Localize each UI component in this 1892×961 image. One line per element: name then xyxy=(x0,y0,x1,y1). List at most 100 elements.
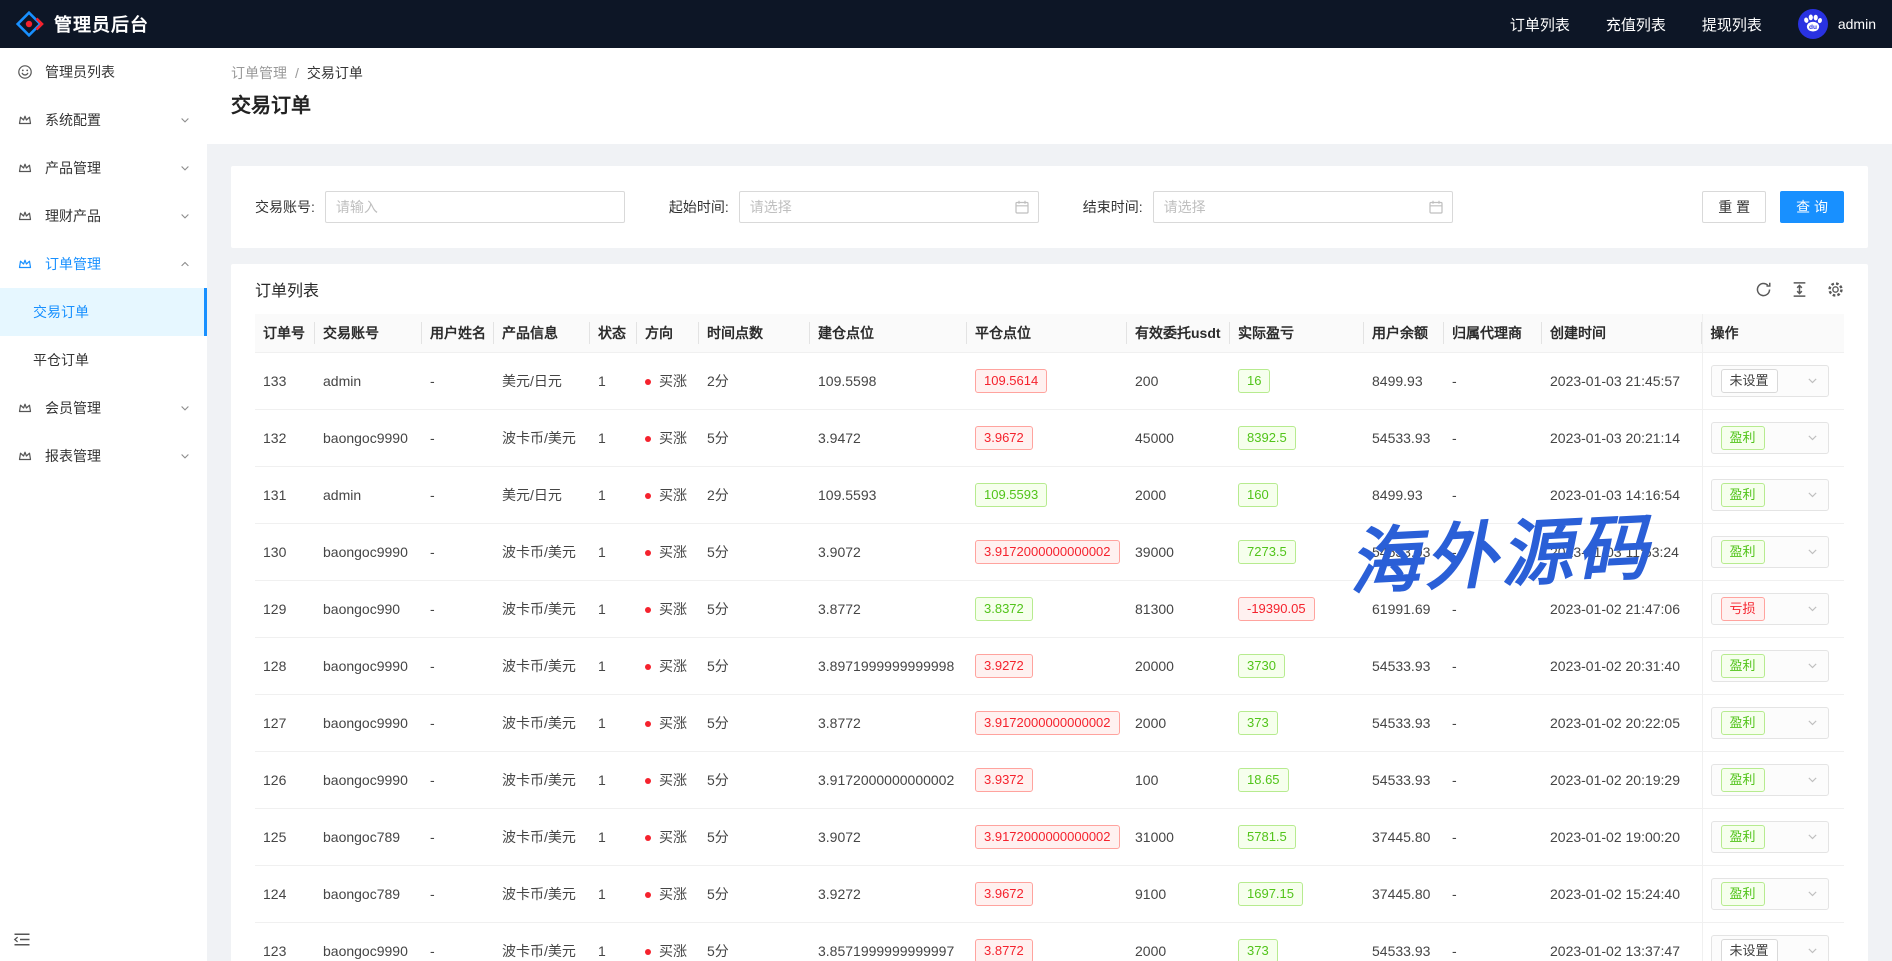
table-title: 订单列表 xyxy=(255,277,319,301)
sidebar-collapse-button[interactable] xyxy=(13,932,31,952)
cell-product: 波卡币/美元 xyxy=(494,808,590,865)
crown-icon xyxy=(17,208,33,224)
cell-created-time: 2023-01-02 20:19:29 xyxy=(1542,751,1702,808)
cell-account: baongoc9990 xyxy=(315,409,422,466)
action-select[interactable]: 盈利 xyxy=(1711,707,1829,739)
cell-created-time: 2023-01-02 15:24:40 xyxy=(1542,865,1702,922)
sidebar-item-label: 会员管理 xyxy=(45,398,101,418)
cell-account: baongoc789 xyxy=(315,808,422,865)
close-point-badge: 109.5614 xyxy=(975,369,1047,393)
smile-icon xyxy=(17,64,33,80)
cell-close-point: 3.8372 xyxy=(967,580,1127,637)
action-select[interactable]: 盈利 xyxy=(1711,821,1829,853)
setting-icon[interactable] xyxy=(1827,281,1844,298)
profit-badge: 5781.5 xyxy=(1238,825,1296,849)
action-badge: 亏损 xyxy=(1721,597,1765,621)
cell-period: 5分 xyxy=(699,865,810,922)
cell-action: 盈利 xyxy=(1702,409,1844,466)
sidebar-item-wealth-products[interactable]: 理财产品 xyxy=(0,192,207,240)
sidebar-item-report-mgmt[interactable]: 报表管理 xyxy=(0,432,207,480)
col-header: 实际盈亏 xyxy=(1230,314,1364,352)
cell-direction: 买涨 xyxy=(637,694,699,751)
action-select[interactable]: 盈利 xyxy=(1711,650,1829,682)
profit-badge: 373 xyxy=(1238,939,1278,961)
col-header: 方向 xyxy=(637,314,699,352)
cell-balance: 54533.93 xyxy=(1364,922,1444,961)
nav-link-withdraw-list[interactable]: 提现列表 xyxy=(1702,14,1762,35)
direction-label: 买涨 xyxy=(659,373,687,389)
table-row: 133admin-美元/日元1买涨2分109.5598109.561420016… xyxy=(255,352,1844,409)
cell-period: 2分 xyxy=(699,466,810,523)
nav-link-recharge-list[interactable]: 充值列表 xyxy=(1606,14,1666,35)
action-select[interactable]: 未设置 xyxy=(1711,935,1829,961)
profit-badge: 160 xyxy=(1238,483,1278,507)
cell-period: 5分 xyxy=(699,580,810,637)
cell-balance: 54533.93 xyxy=(1364,637,1444,694)
table-row: 123baongoc9990-波卡币/美元1买涨5分3.857199999999… xyxy=(255,922,1844,961)
search-button[interactable]: 查 询 xyxy=(1780,191,1844,223)
cell-action: 盈利 xyxy=(1702,865,1844,922)
cell-product: 波卡币/美元 xyxy=(494,922,590,961)
action-badge: 未设置 xyxy=(1721,939,1778,961)
page-title: 交易订单 xyxy=(231,92,1868,120)
direction-label: 买涨 xyxy=(659,772,687,788)
cell-open-point: 3.9272 xyxy=(810,865,967,922)
table-row: 128baongoc9990-波卡币/美元1买涨5分3.897199999999… xyxy=(255,637,1844,694)
sidebar-item-system-config[interactable]: 系统配置 xyxy=(0,96,207,144)
chevron-down-icon xyxy=(1806,830,1819,843)
cell-order-id: 128 xyxy=(255,637,315,694)
crown-icon xyxy=(17,160,33,176)
cell-action: 盈利 xyxy=(1702,751,1844,808)
chevron-up-icon xyxy=(179,258,191,270)
direction-label: 买涨 xyxy=(659,943,687,959)
cell-valid-usdt: 45000 xyxy=(1127,409,1230,466)
action-select[interactable]: 盈利 xyxy=(1711,764,1829,796)
sidebar-item-product-mgmt[interactable]: 产品管理 xyxy=(0,144,207,192)
sidebar-item-member-mgmt[interactable]: 会员管理 xyxy=(0,384,207,432)
sidebar-item-admin-list[interactable]: 管理员列表 xyxy=(0,48,207,96)
cell-profit: 8392.5 xyxy=(1230,409,1364,466)
end-time-input[interactable] xyxy=(1153,191,1453,223)
sidebar-subitem-closed-orders[interactable]: 平仓订单 xyxy=(0,336,207,384)
cell-direction: 买涨 xyxy=(637,637,699,694)
sidebar-subitem-trade-orders[interactable]: 交易订单 xyxy=(0,288,207,336)
breadcrumb-current: 交易订单 xyxy=(307,62,363,84)
sidebar-item-order-mgmt[interactable]: 订单管理 xyxy=(0,240,207,288)
cell-product: 波卡币/美元 xyxy=(494,523,590,580)
action-select[interactable]: 未设置 xyxy=(1711,365,1829,397)
cell-product: 美元/日元 xyxy=(494,466,590,523)
direction-dot-icon xyxy=(645,379,651,385)
cell-open-point: 3.9472 xyxy=(810,409,967,466)
user-menu[interactable]: du admin xyxy=(1798,9,1876,39)
cell-balance: 37445.80 xyxy=(1364,865,1444,922)
cell-profit: 7273.5 xyxy=(1230,523,1364,580)
menu-fold-icon xyxy=(13,932,31,947)
table-body: 133admin-美元/日元1买涨2分109.5598109.561420016… xyxy=(255,352,1844,961)
column-height-icon[interactable] xyxy=(1791,281,1808,298)
account-input[interactable] xyxy=(325,191,625,223)
cell-period: 5分 xyxy=(699,808,810,865)
sidebar-subitem-label: 交易订单 xyxy=(33,302,89,322)
action-select[interactable]: 盈利 xyxy=(1711,878,1829,910)
cell-agent: - xyxy=(1444,751,1542,808)
reload-icon[interactable] xyxy=(1755,281,1772,298)
cell-order-id: 126 xyxy=(255,751,315,808)
cell-created-time: 2023-01-03 20:21:14 xyxy=(1542,409,1702,466)
breadcrumb: 订单管理 / 交易订单 xyxy=(231,62,1868,84)
reset-button[interactable]: 重 置 xyxy=(1702,191,1766,223)
cell-valid-usdt: 39000 xyxy=(1127,523,1230,580)
action-select[interactable]: 盈利 xyxy=(1711,479,1829,511)
cell-close-point: 109.5614 xyxy=(967,352,1127,409)
table-row: 131admin-美元/日元1买涨2分109.5593109.559320001… xyxy=(255,466,1844,523)
action-select[interactable]: 亏损 xyxy=(1711,593,1829,625)
cell-created-time: 2023-01-02 13:37:47 xyxy=(1542,922,1702,961)
cell-status: 1 xyxy=(590,523,637,580)
breadcrumb-parent[interactable]: 订单管理 xyxy=(231,62,287,84)
cell-order-id: 129 xyxy=(255,580,315,637)
start-time-input[interactable] xyxy=(739,191,1039,223)
nav-link-order-list[interactable]: 订单列表 xyxy=(1510,14,1570,35)
sidebar-item-label: 管理员列表 xyxy=(45,62,115,82)
action-select[interactable]: 盈利 xyxy=(1711,422,1829,454)
action-select[interactable]: 盈利 xyxy=(1711,536,1829,568)
cell-account: admin xyxy=(315,352,422,409)
